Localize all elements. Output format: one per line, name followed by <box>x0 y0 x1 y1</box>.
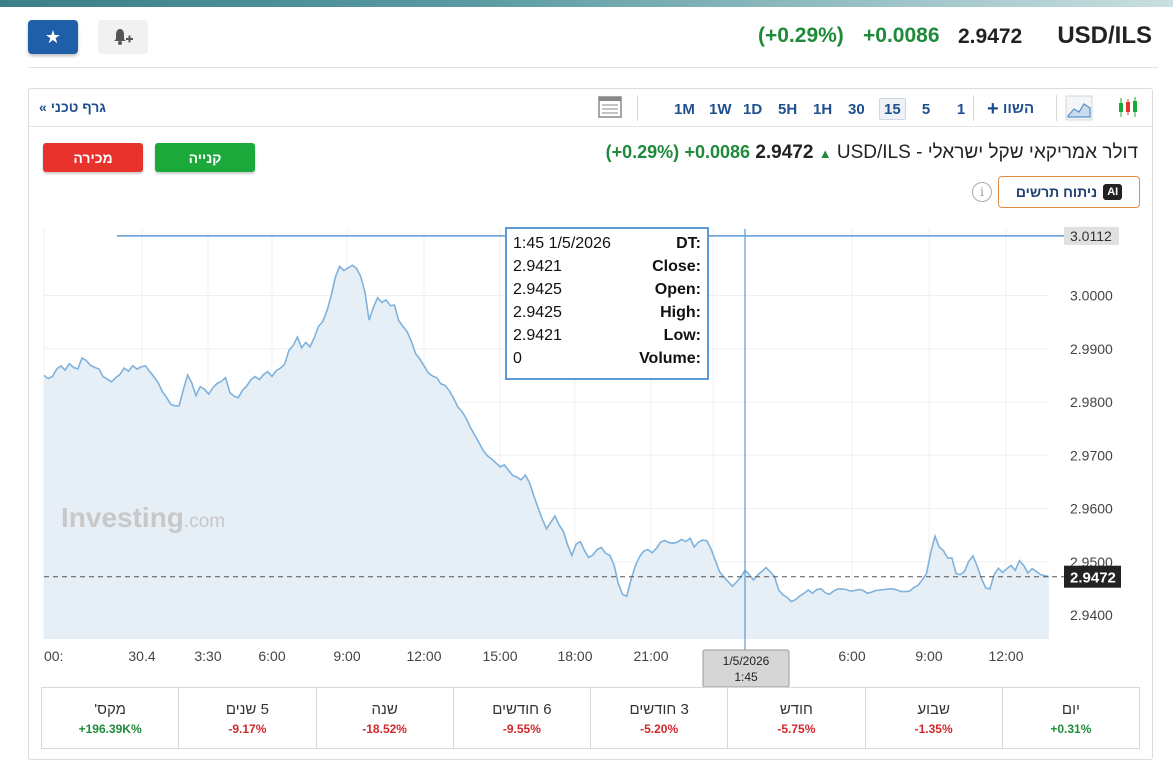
period-change: -5.75% <box>777 721 816 736</box>
tooltip-key: Volume: <box>639 350 701 367</box>
x-tick-label: 3:30 <box>194 648 221 664</box>
y-tick-label: 2.9800 <box>1070 394 1113 410</box>
y-tick-label: 2.9400 <box>1070 607 1113 623</box>
period-cell[interactable]: מקס' +196.39K% <box>42 688 178 748</box>
crosshair-tooltip: 1:45 1/5/2026 DT: 2.9421 Close: 2.9425 Open: 2… <box>505 227 709 380</box>
top-accent-bar <box>0 0 1173 7</box>
period-change: -5.20% <box>640 721 679 736</box>
tooltip-value: 0 <box>513 350 522 367</box>
x-tick-label: 18:00 <box>557 648 592 664</box>
header-symbol: USD/ILS <box>1057 22 1152 49</box>
period-label: מקס' <box>94 700 126 718</box>
performance-periods: יום +0.31% שבוע -1.35% חודש -5.75% 3 חודשים -5.… <box>41 687 1140 749</box>
tooltip-row: 1:45 1/5/2026 DT: <box>513 235 701 258</box>
period-change: +196.39K% <box>78 721 142 736</box>
y-tick-label: 3.0000 <box>1070 288 1113 304</box>
chart-panel: גרף טכני » 1M 1W 1D 5H 1H 30 15 5 1 השוו + <box>28 88 1153 760</box>
tooltip-key: Low: <box>663 327 701 344</box>
tooltip-value: 2.9421 <box>513 258 562 275</box>
x-tick-label: 21:00 <box>633 648 668 664</box>
period-cell[interactable]: שבוע -1.35% <box>864 688 1002 748</box>
y-tick-label: 2.9900 <box>1070 341 1113 357</box>
period-label: 6 חודשים <box>492 700 552 718</box>
period-change: -9.17% <box>228 721 267 736</box>
header-change: +0.0086 <box>863 24 940 47</box>
period-cell[interactable]: 6 חודשים -9.55% <box>452 688 590 748</box>
x-tick-label: 9:00 <box>333 648 360 664</box>
period-cell[interactable]: 5 שנים -9.17% <box>178 688 315 748</box>
crosshair-time: 1:45 <box>734 670 758 684</box>
period-cell[interactable]: 3 חודשים -5.20% <box>590 688 727 748</box>
current-price-label: 2.9472 <box>1070 570 1116 587</box>
tooltip-key: High: <box>660 304 701 321</box>
tooltip-row: 2.9421 Close: <box>513 258 701 281</box>
tooltip-value: 1:45 1/5/2026 <box>513 235 611 252</box>
header-price: 2.9472 <box>958 25 1023 48</box>
period-change: -1.35% <box>914 721 953 736</box>
tooltip-row: 2.9421 Low: <box>513 327 701 350</box>
x-tick-label: 00: <box>44 648 63 664</box>
tooltip-key: DT: <box>676 235 701 252</box>
watchlist-star-button[interactable]: ★ <box>28 20 78 54</box>
tooltip-value: 2.9425 <box>513 304 562 321</box>
y-tick-label: 2.9600 <box>1070 501 1113 517</box>
add-alert-button[interactable] <box>98 20 148 54</box>
period-change: -18.52% <box>362 721 407 736</box>
tooltip-row: 0 Volume: <box>513 350 701 373</box>
page-header: ★ (+0.29%) +0.0086 2.9472 USD/ILS <box>28 14 1158 68</box>
x-tick-label: 12:00 <box>406 648 441 664</box>
period-cell[interactable]: חודש -5.75% <box>727 688 864 748</box>
tooltip-row: 2.9425 Open: <box>513 281 701 304</box>
tooltip-key: Close: <box>652 258 701 275</box>
x-tick-label: 30.4 <box>128 648 155 664</box>
x-tick-label: 6:00 <box>838 648 865 664</box>
x-tick-label: 15:00 <box>482 648 517 664</box>
tooltip-key: Open: <box>654 281 701 298</box>
x-tick-label: 6:00 <box>258 648 285 664</box>
period-change: -9.55% <box>502 721 541 736</box>
header-change-pct: (+0.29%) <box>758 24 844 47</box>
tooltip-value: 2.9421 <box>513 327 562 344</box>
y-tick-label: 2.9700 <box>1070 447 1113 463</box>
x-tick-label: 9:00 <box>915 648 942 664</box>
period-label: 5 שנים <box>225 700 269 718</box>
y-top-label: 3.0112 <box>1070 228 1112 244</box>
period-label: שנה <box>371 700 398 718</box>
price-chart[interactable]: Investing.com2.94002.95002.96002.97002.9… <box>29 89 1152 687</box>
x-tick-label: 12:00 <box>988 648 1023 664</box>
tooltip-value: 2.9425 <box>513 281 562 298</box>
period-label: 3 חודשים <box>629 700 689 718</box>
period-change: +0.31% <box>1050 721 1092 736</box>
star-icon: ★ <box>44 26 62 47</box>
period-label: חודש <box>779 700 813 718</box>
bell-plus-icon <box>114 29 133 45</box>
period-label: יום <box>1061 700 1080 718</box>
crosshair-date: 1/5/2026 <box>723 654 770 668</box>
period-cell[interactable]: יום +0.31% <box>1001 688 1139 748</box>
period-label: שבוע <box>917 700 950 718</box>
period-cell[interactable]: שנה -18.52% <box>315 688 453 748</box>
tooltip-row: 2.9425 High: <box>513 304 701 327</box>
